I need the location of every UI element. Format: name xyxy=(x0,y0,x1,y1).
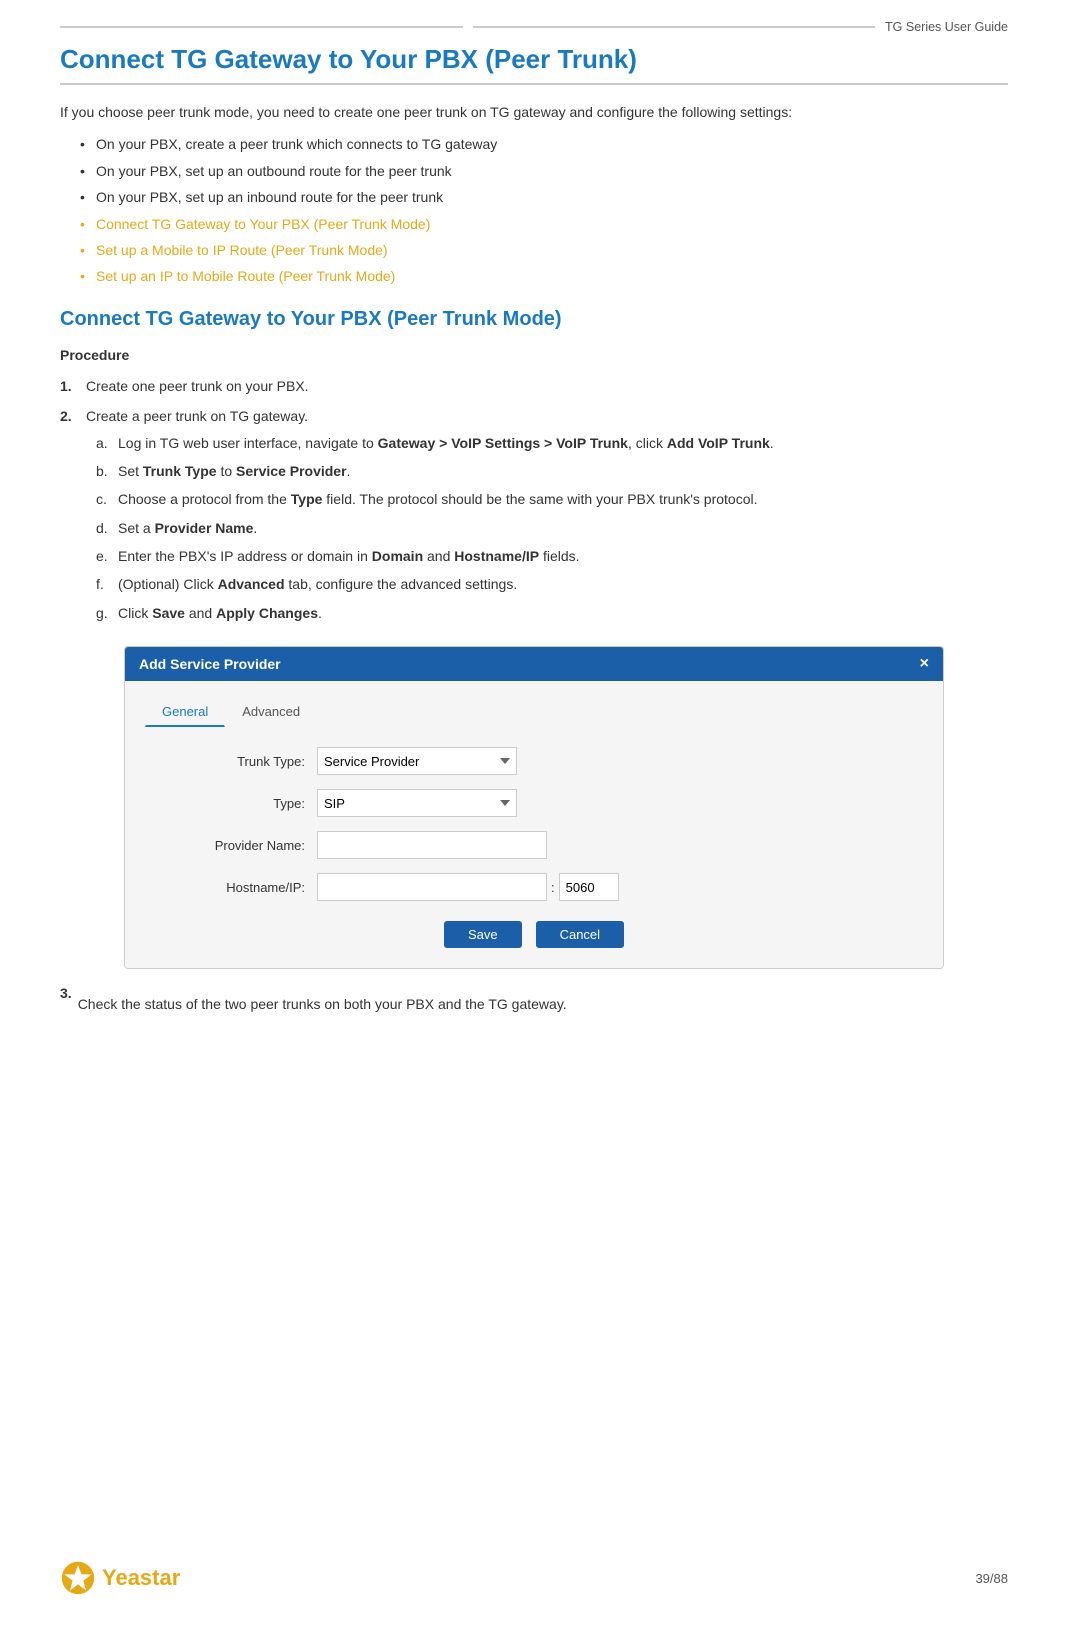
save-button[interactable]: Save xyxy=(444,921,522,948)
substep-e-text: Enter the PBX's IP address or domain in … xyxy=(118,545,580,567)
substep-c-bold1: Type xyxy=(291,491,323,507)
section2-heading: Connect TG Gateway to Your PBX (Peer Tru… xyxy=(60,308,1008,331)
dialog-tabs: General Advanced xyxy=(145,697,923,727)
substep-a-letter: a. xyxy=(96,432,112,454)
step-1-num: 1. xyxy=(60,375,80,397)
bullet-item-1: On your PBX, create a peer trunk which c… xyxy=(80,133,1008,155)
provider-name-label: Provider Name: xyxy=(145,838,305,853)
substep-g-text: Click Save and Apply Changes. xyxy=(118,602,322,624)
substep-a-text: Log in TG web user interface, navigate t… xyxy=(118,432,774,454)
substep-a-bold1: Gateway > VoIP Settings > VoIP Trunk xyxy=(378,435,628,451)
page-header: TG Series User Guide xyxy=(60,20,1008,34)
page-footer: Yeastar 39/88 xyxy=(60,1560,1008,1596)
port-colon: : xyxy=(551,880,555,895)
step-3-num: 3. xyxy=(60,985,72,1035)
substep-g-bold1: Save xyxy=(152,605,185,621)
trunk-type-select[interactable]: Service Provider xyxy=(317,747,517,775)
procedure-label: Procedure xyxy=(60,347,1008,363)
substep-b: b. Set Trunk Type to Service Provider. xyxy=(96,460,774,482)
header-line-1 xyxy=(60,26,463,28)
yeastar-logo: Yeastar xyxy=(60,1560,180,1596)
type-select[interactable]: SIP xyxy=(317,789,517,817)
substep-b-bold2: Service Provider xyxy=(236,463,347,479)
provider-name-row: Provider Name: xyxy=(145,831,923,859)
substep-d: d. Set a Provider Name. xyxy=(96,517,774,539)
substep-d-letter: d. xyxy=(96,517,112,539)
substep-d-bold1: Provider Name xyxy=(155,520,254,536)
step-3: 3. Check the status of the two peer trun… xyxy=(60,985,1008,1035)
bullet-item-3: On your PBX, set up an inbound route for… xyxy=(80,186,1008,208)
link-item-1[interactable]: Connect TG Gateway to Your PBX (Peer Tru… xyxy=(80,213,1008,235)
type-row: Type: SIP xyxy=(145,789,923,817)
substep-e-bold2: Hostname/IP xyxy=(454,548,539,564)
step-3-text: Check the status of the two peer trunks … xyxy=(78,993,567,1015)
tab-advanced[interactable]: Advanced xyxy=(225,697,317,727)
add-service-provider-dialog: Add Service Provider × General Advanced … xyxy=(124,646,944,969)
step-2-num: 2. xyxy=(60,405,80,630)
dialog-close-button[interactable]: × xyxy=(920,655,929,673)
dialog-body: General Advanced Trunk Type: Service Pro… xyxy=(125,681,943,968)
cancel-button[interactable]: Cancel xyxy=(536,921,624,948)
header-line-2 xyxy=(473,26,876,28)
step-2-content: Create a peer trunk on TG gateway. a. Lo… xyxy=(86,405,774,630)
dialog-title: Add Service Provider xyxy=(139,656,281,672)
trunk-type-label: Trunk Type: xyxy=(145,754,305,769)
step-1-text: Create one peer trunk on your PBX. xyxy=(86,375,309,397)
dialog-header: Add Service Provider × xyxy=(125,647,943,681)
procedure-list: 1. Create one peer trunk on your PBX. 2.… xyxy=(60,375,1008,631)
step-2-text: Create a peer trunk on TG gateway. xyxy=(86,408,308,424)
step-1: 1. Create one peer trunk on your PBX. xyxy=(60,375,1008,397)
guide-title: TG Series User Guide xyxy=(885,20,1008,34)
step-2: 2. Create a peer trunk on TG gateway. a.… xyxy=(60,405,1008,630)
substep-c-text: Choose a protocol from the Type field. T… xyxy=(118,488,758,510)
substep-d-text: Set a Provider Name. xyxy=(118,517,257,539)
substep-f-bold1: Advanced xyxy=(218,576,285,592)
substep-f-text: (Optional) Click Advanced tab, configure… xyxy=(118,573,517,595)
page-title: Connect TG Gateway to Your PBX (Peer Tru… xyxy=(60,44,1008,75)
hostname-label: Hostname/IP: xyxy=(145,880,305,895)
substep-f: f. (Optional) Click Advanced tab, config… xyxy=(96,573,774,595)
tab-general[interactable]: General xyxy=(145,697,225,727)
logo-text: Yeastar xyxy=(102,1565,180,1591)
substep-list: a. Log in TG web user interface, navigat… xyxy=(86,432,774,625)
link-item-3[interactable]: Set up an IP to Mobile Route (Peer Trunk… xyxy=(80,265,1008,287)
trunk-type-row: Trunk Type: Service Provider xyxy=(145,747,923,775)
substep-a: a. Log in TG web user interface, navigat… xyxy=(96,432,774,454)
substep-g: g. Click Save and Apply Changes. xyxy=(96,602,774,624)
hostname-row: Hostname/IP: : xyxy=(145,873,923,901)
port-input[interactable] xyxy=(559,873,619,901)
substep-b-letter: b. xyxy=(96,460,112,482)
substep-a-bold2: Add VoIP Trunk xyxy=(667,435,770,451)
provider-name-input[interactable] xyxy=(317,831,547,859)
bullet-list: On your PBX, create a peer trunk which c… xyxy=(60,133,1008,287)
substep-c-letter: c. xyxy=(96,488,112,510)
intro-paragraph: If you choose peer trunk mode, you need … xyxy=(60,101,1008,123)
substep-g-letter: g. xyxy=(96,602,112,624)
logo-star-icon xyxy=(60,1560,96,1596)
bullet-item-2: On your PBX, set up an outbound route fo… xyxy=(80,160,1008,182)
substep-e-bold1: Domain xyxy=(372,548,423,564)
substep-g-bold2: Apply Changes xyxy=(216,605,318,621)
title-underline xyxy=(60,83,1008,85)
hostname-group: : xyxy=(317,873,619,901)
substep-e: e. Enter the PBX's IP address or domain … xyxy=(96,545,774,567)
link-item-2[interactable]: Set up a Mobile to IP Route (Peer Trunk … xyxy=(80,239,1008,261)
hostname-input[interactable] xyxy=(317,873,547,901)
page-number: 39/88 xyxy=(975,1571,1008,1586)
substep-f-letter: f. xyxy=(96,573,112,595)
substep-b-text: Set Trunk Type to Service Provider. xyxy=(118,460,350,482)
type-label: Type: xyxy=(145,796,305,811)
substep-b-bold1: Trunk Type xyxy=(143,463,217,479)
dialog-buttons: Save Cancel xyxy=(145,921,923,948)
substep-e-letter: e. xyxy=(96,545,112,567)
substep-c: c. Choose a protocol from the Type field… xyxy=(96,488,774,510)
